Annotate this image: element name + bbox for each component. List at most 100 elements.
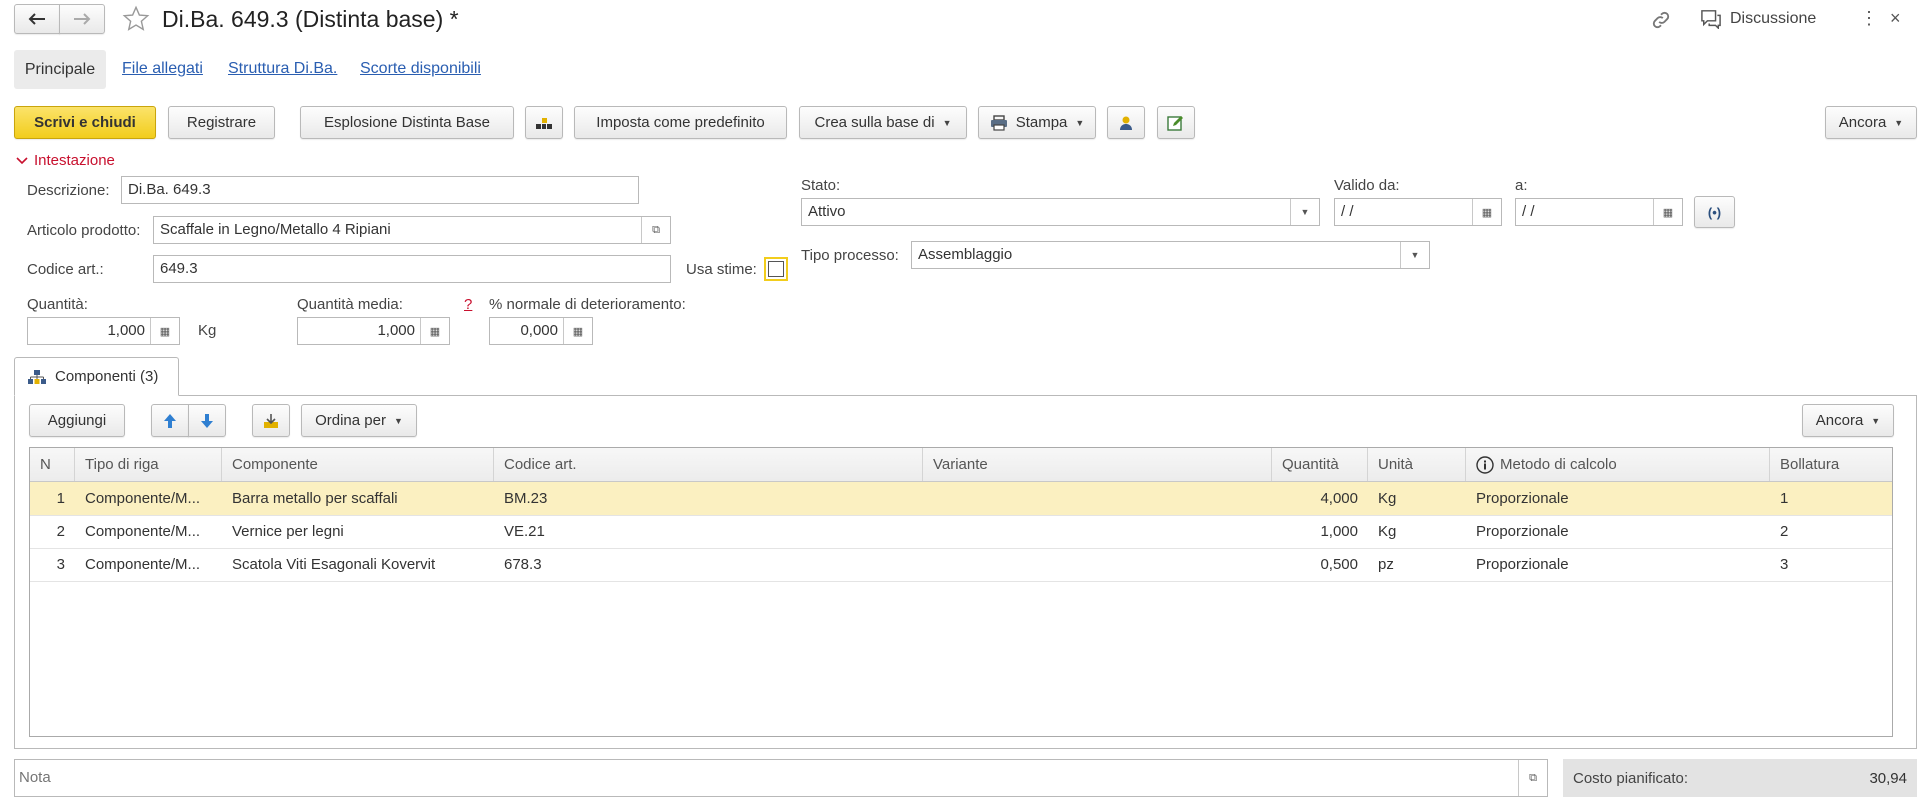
cell-n: 2	[56, 523, 65, 540]
col-row-type[interactable]: Tipo di riga	[75, 448, 222, 481]
structure-tree-icon	[535, 116, 553, 130]
help-icon[interactable]: ?	[464, 296, 472, 313]
note-input[interactable]	[15, 760, 1503, 794]
process-type-select[interactable]: Assemblaggio ▼	[911, 241, 1430, 269]
close-icon[interactable]: ×	[1890, 9, 1901, 27]
cell-unit: pz	[1378, 556, 1394, 573]
open-icon[interactable]: ⧉	[641, 217, 670, 243]
col-unit[interactable]: Unità	[1368, 448, 1466, 481]
save-close-button[interactable]: Scrivi e chiudi	[14, 106, 156, 139]
cell-variant	[923, 515, 1272, 548]
table-row[interactable]: 1 Componente/M... Barra metallo per scaf…	[30, 482, 1892, 516]
quantity-field[interactable]: 1,000 ▦	[27, 317, 180, 345]
period-button[interactable]: (•)	[1694, 196, 1735, 228]
register-button[interactable]: Registrare	[168, 106, 275, 139]
structure-tree-button[interactable]	[525, 106, 563, 139]
back-button[interactable]	[14, 4, 60, 34]
move-down-button[interactable]	[188, 404, 226, 437]
chevron-down-icon: ▼	[393, 415, 403, 426]
description-field[interactable]: Di.Ba. 649.3	[121, 176, 639, 204]
col-n[interactable]: N	[30, 448, 75, 481]
tab-components[interactable]: Componenti (3)	[14, 357, 179, 396]
calculator-icon[interactable]: ▦	[420, 318, 449, 344]
valid-from-value: / /	[1341, 203, 1354, 220]
use-estimates-checkbox[interactable]	[764, 257, 788, 281]
tab-file-allegati[interactable]: File allegati	[122, 60, 203, 77]
add-row-button[interactable]: Aggiungi	[29, 404, 125, 437]
period-icon: (•)	[1707, 204, 1722, 220]
cell-unit: Kg	[1378, 523, 1397, 540]
cell-mark: 2	[1780, 523, 1789, 540]
status-select[interactable]: Attivo ▼	[801, 198, 1320, 226]
quantity-value: 1,000	[107, 322, 145, 339]
register-label: Registrare	[186, 114, 257, 131]
create-based-on-button[interactable]: Crea sulla base di ▼	[799, 106, 967, 139]
table-row[interactable]: 3 Componente/M... Scatola Viti Esagonali…	[30, 548, 1892, 582]
open-icon[interactable]: ⧉	[1518, 760, 1547, 796]
calendar-icon[interactable]: ▦	[1653, 199, 1682, 225]
col-code[interactable]: Codice art.	[494, 448, 923, 481]
col-component[interactable]: Componente	[222, 448, 494, 481]
import-icon	[263, 413, 279, 429]
code-field[interactable]: 649.3	[153, 255, 671, 283]
tab-principale[interactable]: Principale	[14, 50, 106, 89]
arrow-down-icon	[200, 413, 214, 429]
star-icon[interactable]	[121, 5, 151, 33]
more-button[interactable]: Ancora ▼	[1825, 106, 1917, 139]
components-table[interactable]: N Tipo di riga Componente Codice art. Va…	[29, 447, 1893, 737]
cell-n: 1	[56, 490, 65, 507]
set-default-button[interactable]: Imposta come predefinito	[574, 106, 787, 139]
arrow-right-icon	[73, 13, 91, 25]
wear-field[interactable]: 0,000 ▦	[489, 317, 593, 345]
calendar-icon[interactable]: ▦	[1472, 199, 1501, 225]
use-estimates-label: Usa stime:	[686, 261, 757, 278]
product-field[interactable]: Scaffale in Legno/Metallo 4 Ripiani ⧉	[153, 216, 671, 244]
cell-quantity: 0,500	[1320, 556, 1358, 573]
components-icon	[27, 369, 47, 385]
more-vertical-icon[interactable]: ⋮	[1860, 9, 1878, 27]
col-calc-method[interactable]: Metodo di calcolo	[1466, 448, 1770, 481]
cell-code: VE.21	[504, 523, 545, 540]
import-button[interactable]	[252, 404, 290, 437]
edit-icon	[1167, 115, 1185, 131]
user-document-icon	[1117, 115, 1135, 131]
link-icon[interactable]	[1650, 9, 1672, 31]
note-field[interactable]: ⧉	[14, 759, 1548, 797]
calculator-icon[interactable]: ▦	[150, 318, 179, 344]
col-quantity[interactable]: Quantità	[1272, 448, 1368, 481]
cell-unit: Kg	[1378, 490, 1397, 507]
chevron-down-icon[interactable]: ▼	[1400, 242, 1429, 268]
avg-quantity-field[interactable]: 1,000 ▦	[297, 317, 450, 345]
chevron-down-icon: ▼	[1871, 415, 1881, 426]
table-row[interactable]: 2 Componente/M... Vernice per legni VE.2…	[30, 515, 1892, 549]
section-header-toggle[interactable]: Intestazione	[16, 152, 115, 169]
code-label: Codice art.:	[27, 261, 104, 278]
col-mark[interactable]: Bollatura	[1770, 448, 1892, 481]
chevron-down-icon[interactable]: ▼	[1290, 199, 1319, 225]
tab-principale-label: Principale	[24, 60, 96, 78]
move-up-button[interactable]	[151, 404, 189, 437]
calculator-icon[interactable]: ▦	[563, 318, 592, 344]
cell-quantity: 1,000	[1320, 523, 1358, 540]
forward-button[interactable]	[59, 4, 105, 34]
print-button[interactable]: Stampa ▼	[978, 106, 1096, 139]
components-more-button[interactable]: Ancora ▼	[1802, 404, 1894, 437]
cell-calc-method: Proporzionale	[1476, 556, 1569, 573]
cell-code: 678.3	[504, 556, 542, 573]
discussion-button[interactable]: Discussione	[1700, 9, 1816, 29]
tab-scorte-disponibili[interactable]: Scorte disponibili	[360, 60, 481, 77]
valid-to-field[interactable]: / / ▦	[1515, 198, 1683, 226]
chevron-down-icon: ▼	[942, 117, 952, 128]
edit-button[interactable]	[1157, 106, 1195, 139]
document-user-button[interactable]	[1107, 106, 1145, 139]
tab-struttura-diba[interactable]: Struttura Di.Ba.	[228, 60, 337, 77]
status-label: Stato:	[801, 177, 841, 194]
cell-quantity: 4,000	[1320, 490, 1358, 507]
sort-by-button[interactable]: Ordina per ▼	[301, 404, 417, 437]
explode-bom-button[interactable]: Esplosione Distinta Base	[300, 106, 514, 139]
sort-by-label: Ordina per	[315, 412, 386, 429]
explode-bom-label: Esplosione Distinta Base	[324, 114, 490, 131]
chat-icon	[1700, 9, 1722, 29]
col-variant[interactable]: Variante	[923, 448, 1272, 481]
valid-from-field[interactable]: / / ▦	[1334, 198, 1502, 226]
